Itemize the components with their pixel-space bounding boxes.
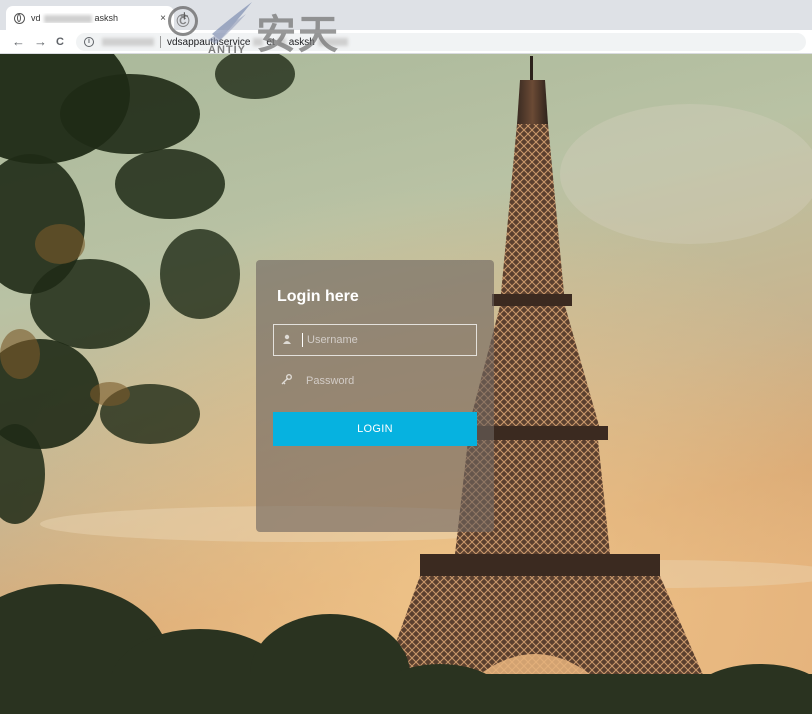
key-icon bbox=[281, 374, 301, 388]
username-field[interactable] bbox=[273, 324, 477, 356]
password-field[interactable] bbox=[273, 365, 477, 397]
tab-title: vd asksh bbox=[31, 13, 119, 23]
password-input[interactable] bbox=[304, 374, 468, 388]
browser-tab[interactable]: vd asksh × bbox=[6, 6, 174, 30]
username-input[interactable] bbox=[305, 333, 469, 347]
copyright-mark: © bbox=[168, 6, 198, 36]
watermark-name: 安天 bbox=[256, 13, 340, 57]
watermark: © 安天 ANTIY bbox=[168, 0, 368, 60]
login-title: Login here bbox=[277, 288, 359, 305]
info-icon[interactable]: i bbox=[84, 37, 94, 47]
close-tab-icon[interactable]: × bbox=[160, 13, 166, 24]
user-icon bbox=[282, 334, 302, 347]
url-redacted bbox=[102, 38, 154, 46]
text-cursor bbox=[302, 333, 303, 347]
antiy-logo-icon bbox=[208, 2, 252, 44]
browser-toolbar: ← → C i vdsappauthservice et asksh bbox=[0, 30, 812, 54]
login-button[interactable]: LOGIN bbox=[273, 412, 477, 446]
forward-button[interactable]: → bbox=[34, 33, 47, 51]
back-button[interactable]: ← bbox=[12, 33, 25, 51]
reload-button[interactable]: C bbox=[56, 33, 64, 51]
login-card: Login here LOGIN bbox=[256, 260, 494, 532]
globe-icon bbox=[14, 12, 25, 24]
url-divider bbox=[160, 36, 161, 48]
browser-tab-bar: vd asksh × + bbox=[0, 0, 812, 30]
